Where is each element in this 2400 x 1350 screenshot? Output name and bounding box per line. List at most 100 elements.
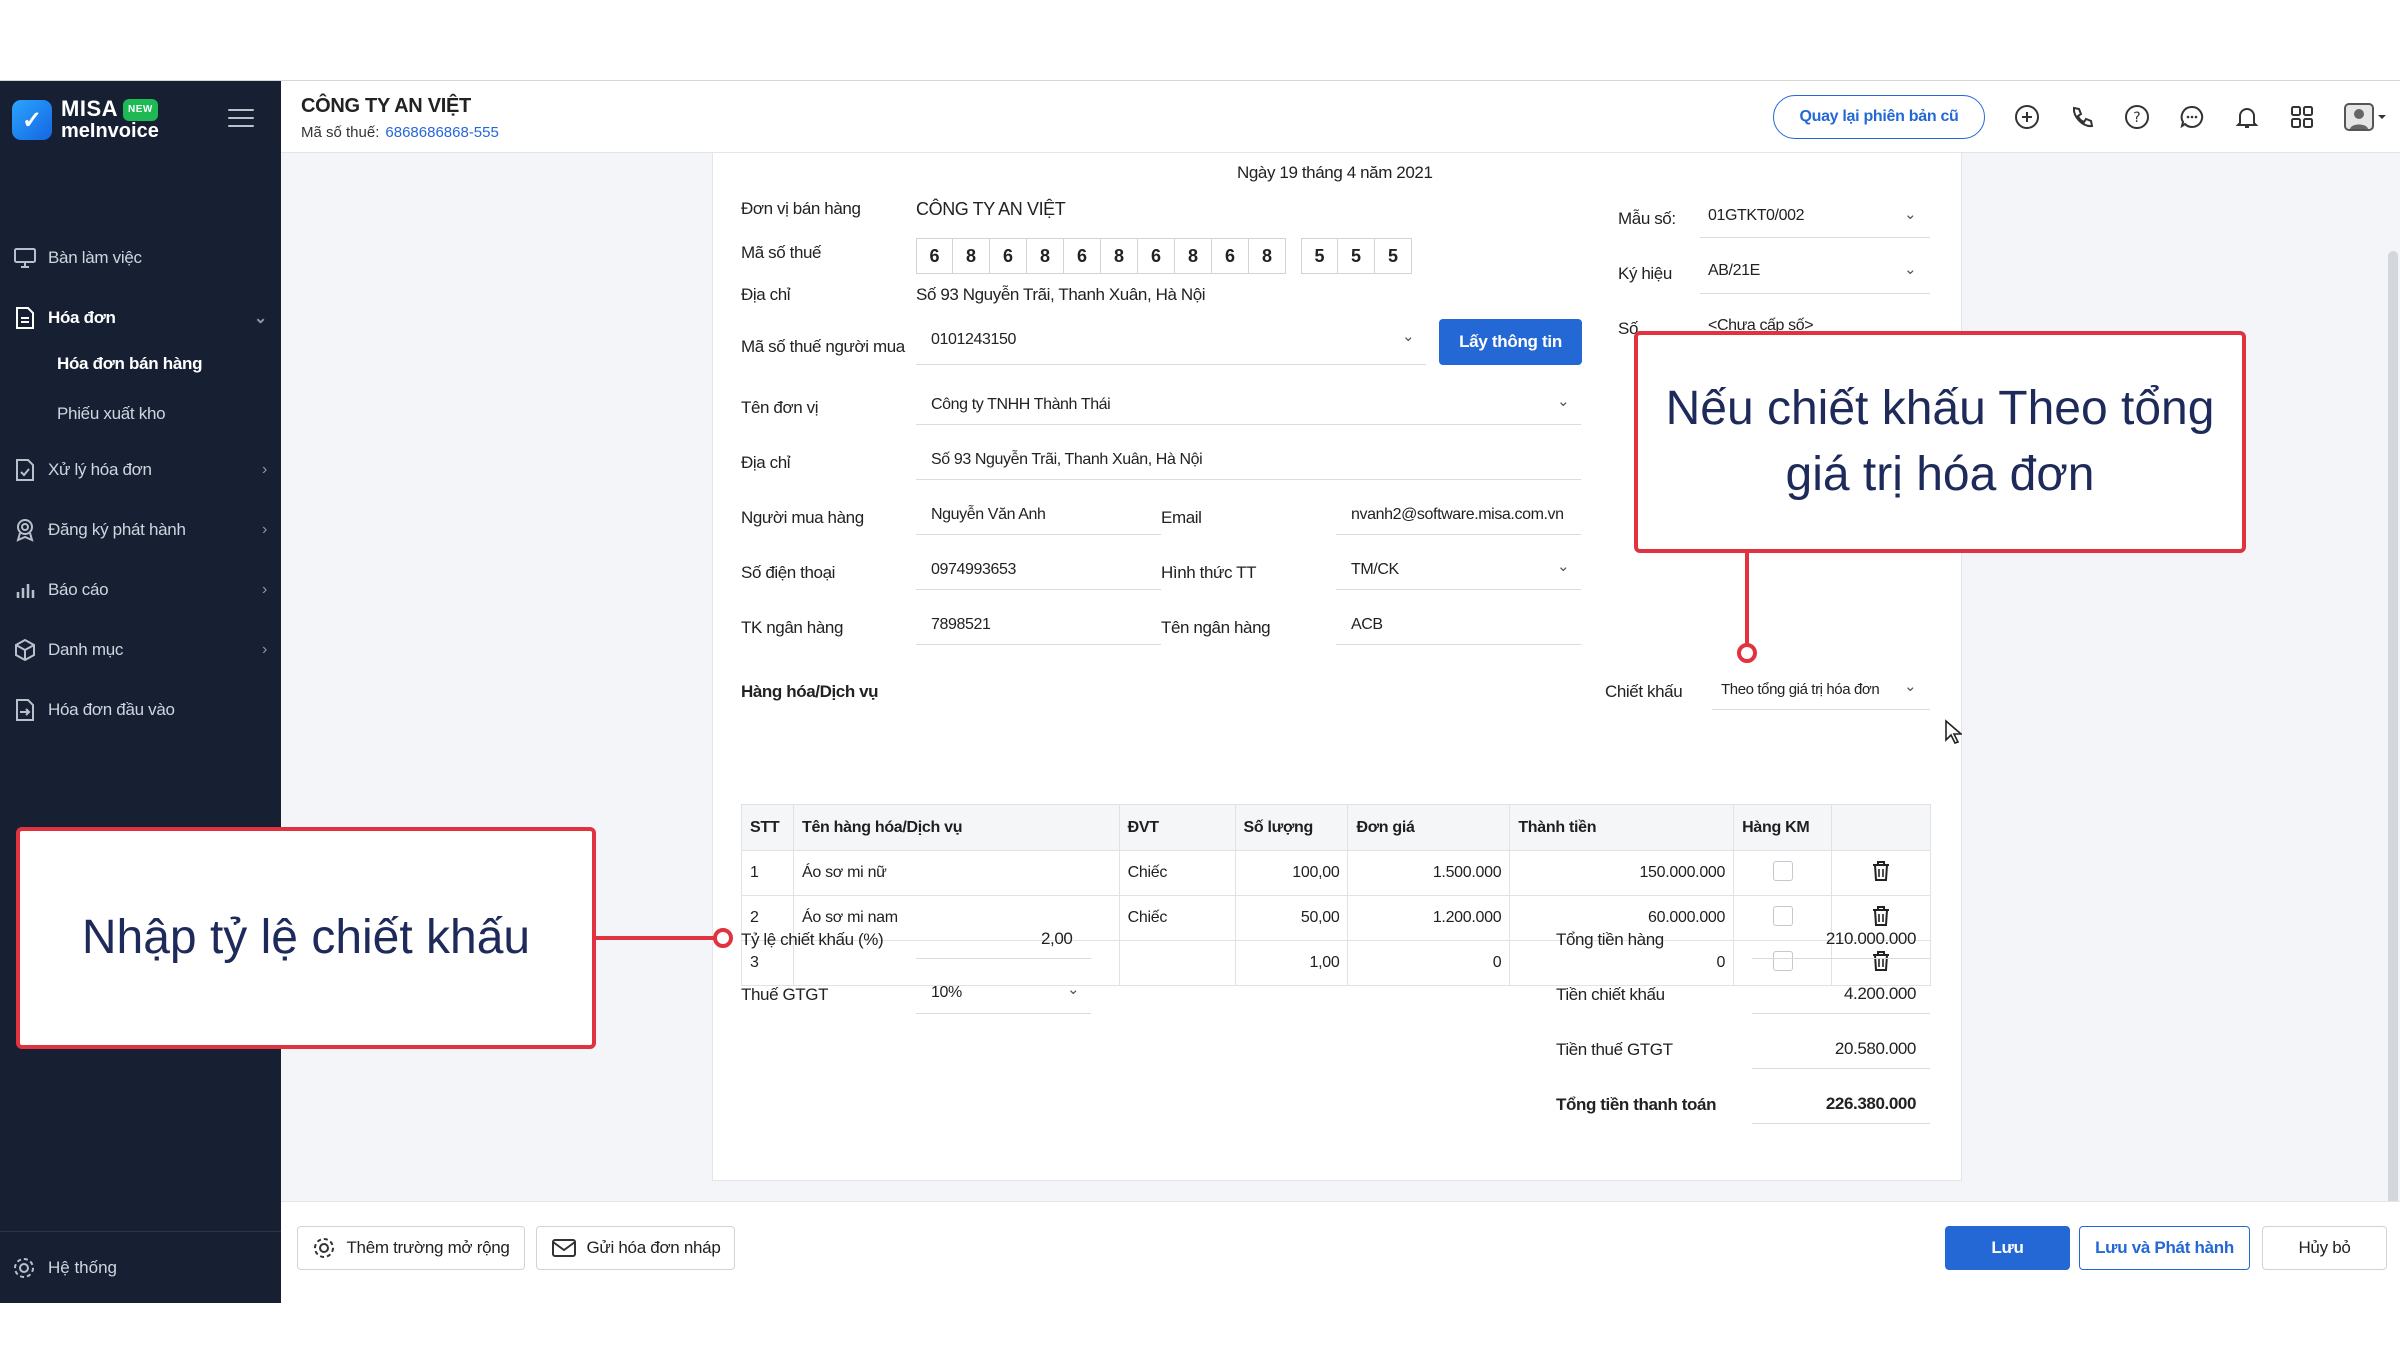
bank-name-label: Tên ngân hàng — [1161, 618, 1271, 637]
promo-checkbox[interactable] — [1772, 950, 1793, 971]
vat-select[interactable]: 10% — [931, 984, 962, 1002]
promo-checkbox[interactable] — [1772, 905, 1793, 926]
sidebar-item-input-invoice[interactable]: Hóa đơn đầu vào — [0, 685, 281, 735]
cancel-button[interactable]: Hủy bỏ — [2262, 1226, 2387, 1270]
buyer-input[interactable]: Nguyễn Văn Anh — [931, 506, 1046, 524]
trash-icon[interactable] — [1871, 950, 1891, 972]
back-to-old-version-button[interactable]: Quay lại phiên bản cũ — [1773, 95, 1985, 139]
template-value[interactable]: 01GTKT0/002 — [1708, 207, 1805, 225]
cell-amount: 150.000.000 — [1509, 850, 1735, 896]
bank-name-input[interactable]: ACB — [1351, 616, 1383, 634]
trash-icon[interactable] — [1871, 860, 1891, 882]
vertical-scrollbar[interactable] — [2388, 251, 2398, 1291]
cell-stt: 1 — [741, 850, 794, 896]
sidebar-item-catalog[interactable]: Danh mục › — [0, 625, 281, 675]
sidebar-item-registration[interactable]: Đăng ký phát hành › — [0, 505, 281, 555]
buyer-tax-underline — [916, 364, 1426, 365]
col-amount: Thành tiền — [1509, 804, 1735, 851]
sidebar-subitem-stock-slip[interactable]: Phiếu xuất kho — [57, 404, 166, 424]
add-circle-icon[interactable] — [2013, 103, 2041, 131]
bank-account-input[interactable]: 7898521 — [931, 616, 991, 634]
bell-icon[interactable] — [2233, 103, 2261, 131]
cell-qty[interactable]: 50,00 — [1234, 895, 1349, 941]
tax-digit: 5 — [1301, 238, 1338, 274]
buyer-underline — [916, 534, 1161, 535]
apps-grid-icon[interactable] — [2288, 103, 2316, 131]
cell-price[interactable]: 1.200.000 — [1347, 895, 1511, 941]
discount-type-select[interactable]: Theo tổng giá trị hóa đơn — [1721, 681, 1880, 698]
chevron-down-icon[interactable]: ⌄ — [1557, 392, 1570, 410]
sidebar-item-label: Đăng ký phát hành — [48, 520, 186, 539]
callout-pointer-dot — [1737, 643, 1757, 663]
cell-price[interactable]: 0 — [1347, 940, 1511, 986]
symbol-value[interactable]: AB/21E — [1708, 262, 1760, 280]
sidebar-item-label: Hóa đơn — [48, 308, 116, 327]
address-underline — [916, 479, 1581, 480]
grand-total-value: 226.380.000 — [1825, 1094, 1917, 1113]
chevron-down-icon[interactable]: ⌄ — [1402, 327, 1415, 345]
menu-toggle-icon[interactable] — [228, 109, 254, 127]
discount-rate-underline — [916, 958, 1091, 959]
tax-digit: 8 — [1175, 238, 1212, 274]
goods-total-value: 210.000.000 — [1825, 929, 1917, 948]
discount-amount-underline — [1752, 1013, 1930, 1014]
sidebar-item-invoice-processing[interactable]: Xử lý hóa đơn › — [0, 445, 281, 495]
vat-label: Thuế GTGT — [741, 985, 829, 1004]
cell-price[interactable]: 1.500.000 — [1347, 850, 1511, 896]
chat-icon[interactable] — [2178, 103, 2206, 131]
payment-underline — [1336, 589, 1581, 590]
discount-amount-label: Tiền chiết khấu — [1556, 985, 1665, 1004]
chevron-down-icon[interactable]: ⌄ — [1067, 980, 1080, 998]
chevron-down-icon[interactable]: ⌄ — [1904, 205, 1917, 223]
cell-qty[interactable]: 1,00 — [1234, 940, 1349, 986]
sidebar-item-invoice[interactable]: Hóa đơn ⌄ — [0, 293, 281, 343]
template-label: Mẫu số: — [1618, 209, 1676, 228]
logo-mark-icon: ✓ — [12, 100, 52, 140]
get-info-button[interactable]: Lấy thông tin — [1439, 319, 1582, 365]
promo-checkbox[interactable] — [1772, 860, 1793, 881]
document-icon — [12, 305, 38, 331]
sidebar-item-reports[interactable]: Báo cáo › — [0, 565, 281, 615]
help-icon[interactable]: ? — [2123, 103, 2151, 131]
award-icon — [12, 517, 38, 543]
email-label: Email — [1161, 508, 1202, 527]
seller-tax-label: Mã số thuế — [741, 243, 822, 262]
cell-name[interactable]: Áo sơ mi nữ — [792, 850, 1120, 896]
address-input[interactable]: Số 93 Nguyễn Trãi, Thanh Xuân, Hà Nội — [931, 451, 1203, 469]
unit-input[interactable]: Công ty TNHH Thành Thái — [931, 396, 1111, 414]
cell-unit[interactable] — [1118, 940, 1236, 986]
discount-rate-input[interactable]: 2,00 — [1041, 929, 1073, 949]
user-avatar-icon[interactable] — [2343, 103, 2387, 131]
buyer-tax-label: Mã số thuế người mua — [741, 337, 905, 356]
monitor-icon — [12, 245, 38, 271]
phone-icon[interactable] — [2068, 103, 2096, 131]
add-extended-field-button[interactable]: Thêm trường mở rộng — [297, 1226, 525, 1270]
callout-connector-line — [1745, 553, 1749, 648]
buyer-tax-input[interactable]: 0101243150 — [931, 331, 1016, 349]
save-and-publish-button[interactable]: Lưu và Phát hành — [2079, 1226, 2250, 1270]
address-label: Địa chỉ — [741, 453, 791, 472]
bank-account-underline — [916, 644, 1161, 645]
send-draft-invoice-button[interactable]: Gửi hóa đơn nháp — [536, 1226, 735, 1270]
chevron-down-icon[interactable]: ⌄ — [1557, 557, 1570, 575]
sidebar-subitem-sales-invoice[interactable]: Hóa đơn bán hàng — [57, 354, 202, 374]
send-draft-label: Gửi hóa đơn nháp — [586, 1238, 721, 1257]
cell-unit[interactable]: Chiếc — [1118, 895, 1236, 941]
chevron-right-icon: › — [261, 581, 267, 598]
phone-input[interactable]: 0974993653 — [931, 561, 1016, 579]
cell-promo — [1733, 850, 1833, 896]
cell-unit[interactable]: Chiếc — [1118, 850, 1236, 896]
tax-digit: 6 — [1212, 238, 1249, 274]
cell-qty[interactable]: 100,00 — [1234, 850, 1349, 896]
chevron-down-icon[interactable]: ⌄ — [1904, 677, 1917, 695]
col-stt: STT — [741, 804, 794, 851]
payment-select[interactable]: TM/CK — [1351, 561, 1399, 579]
sidebar-item-desktop[interactable]: Bàn làm việc — [0, 233, 281, 283]
save-button[interactable]: Lưu — [1945, 1226, 2070, 1270]
chevron-down-icon[interactable]: ⌄ — [1904, 260, 1917, 278]
sidebar-item-system[interactable]: Hệ thống — [0, 1231, 281, 1303]
trash-icon[interactable] — [1871, 905, 1891, 927]
misa-logo[interactable]: ✓ MISA NEW meInvoice — [12, 98, 159, 141]
email-input[interactable]: nvanh2@software.misa.com.vn — [1351, 506, 1564, 524]
tax-digit: 5 — [1338, 238, 1375, 274]
